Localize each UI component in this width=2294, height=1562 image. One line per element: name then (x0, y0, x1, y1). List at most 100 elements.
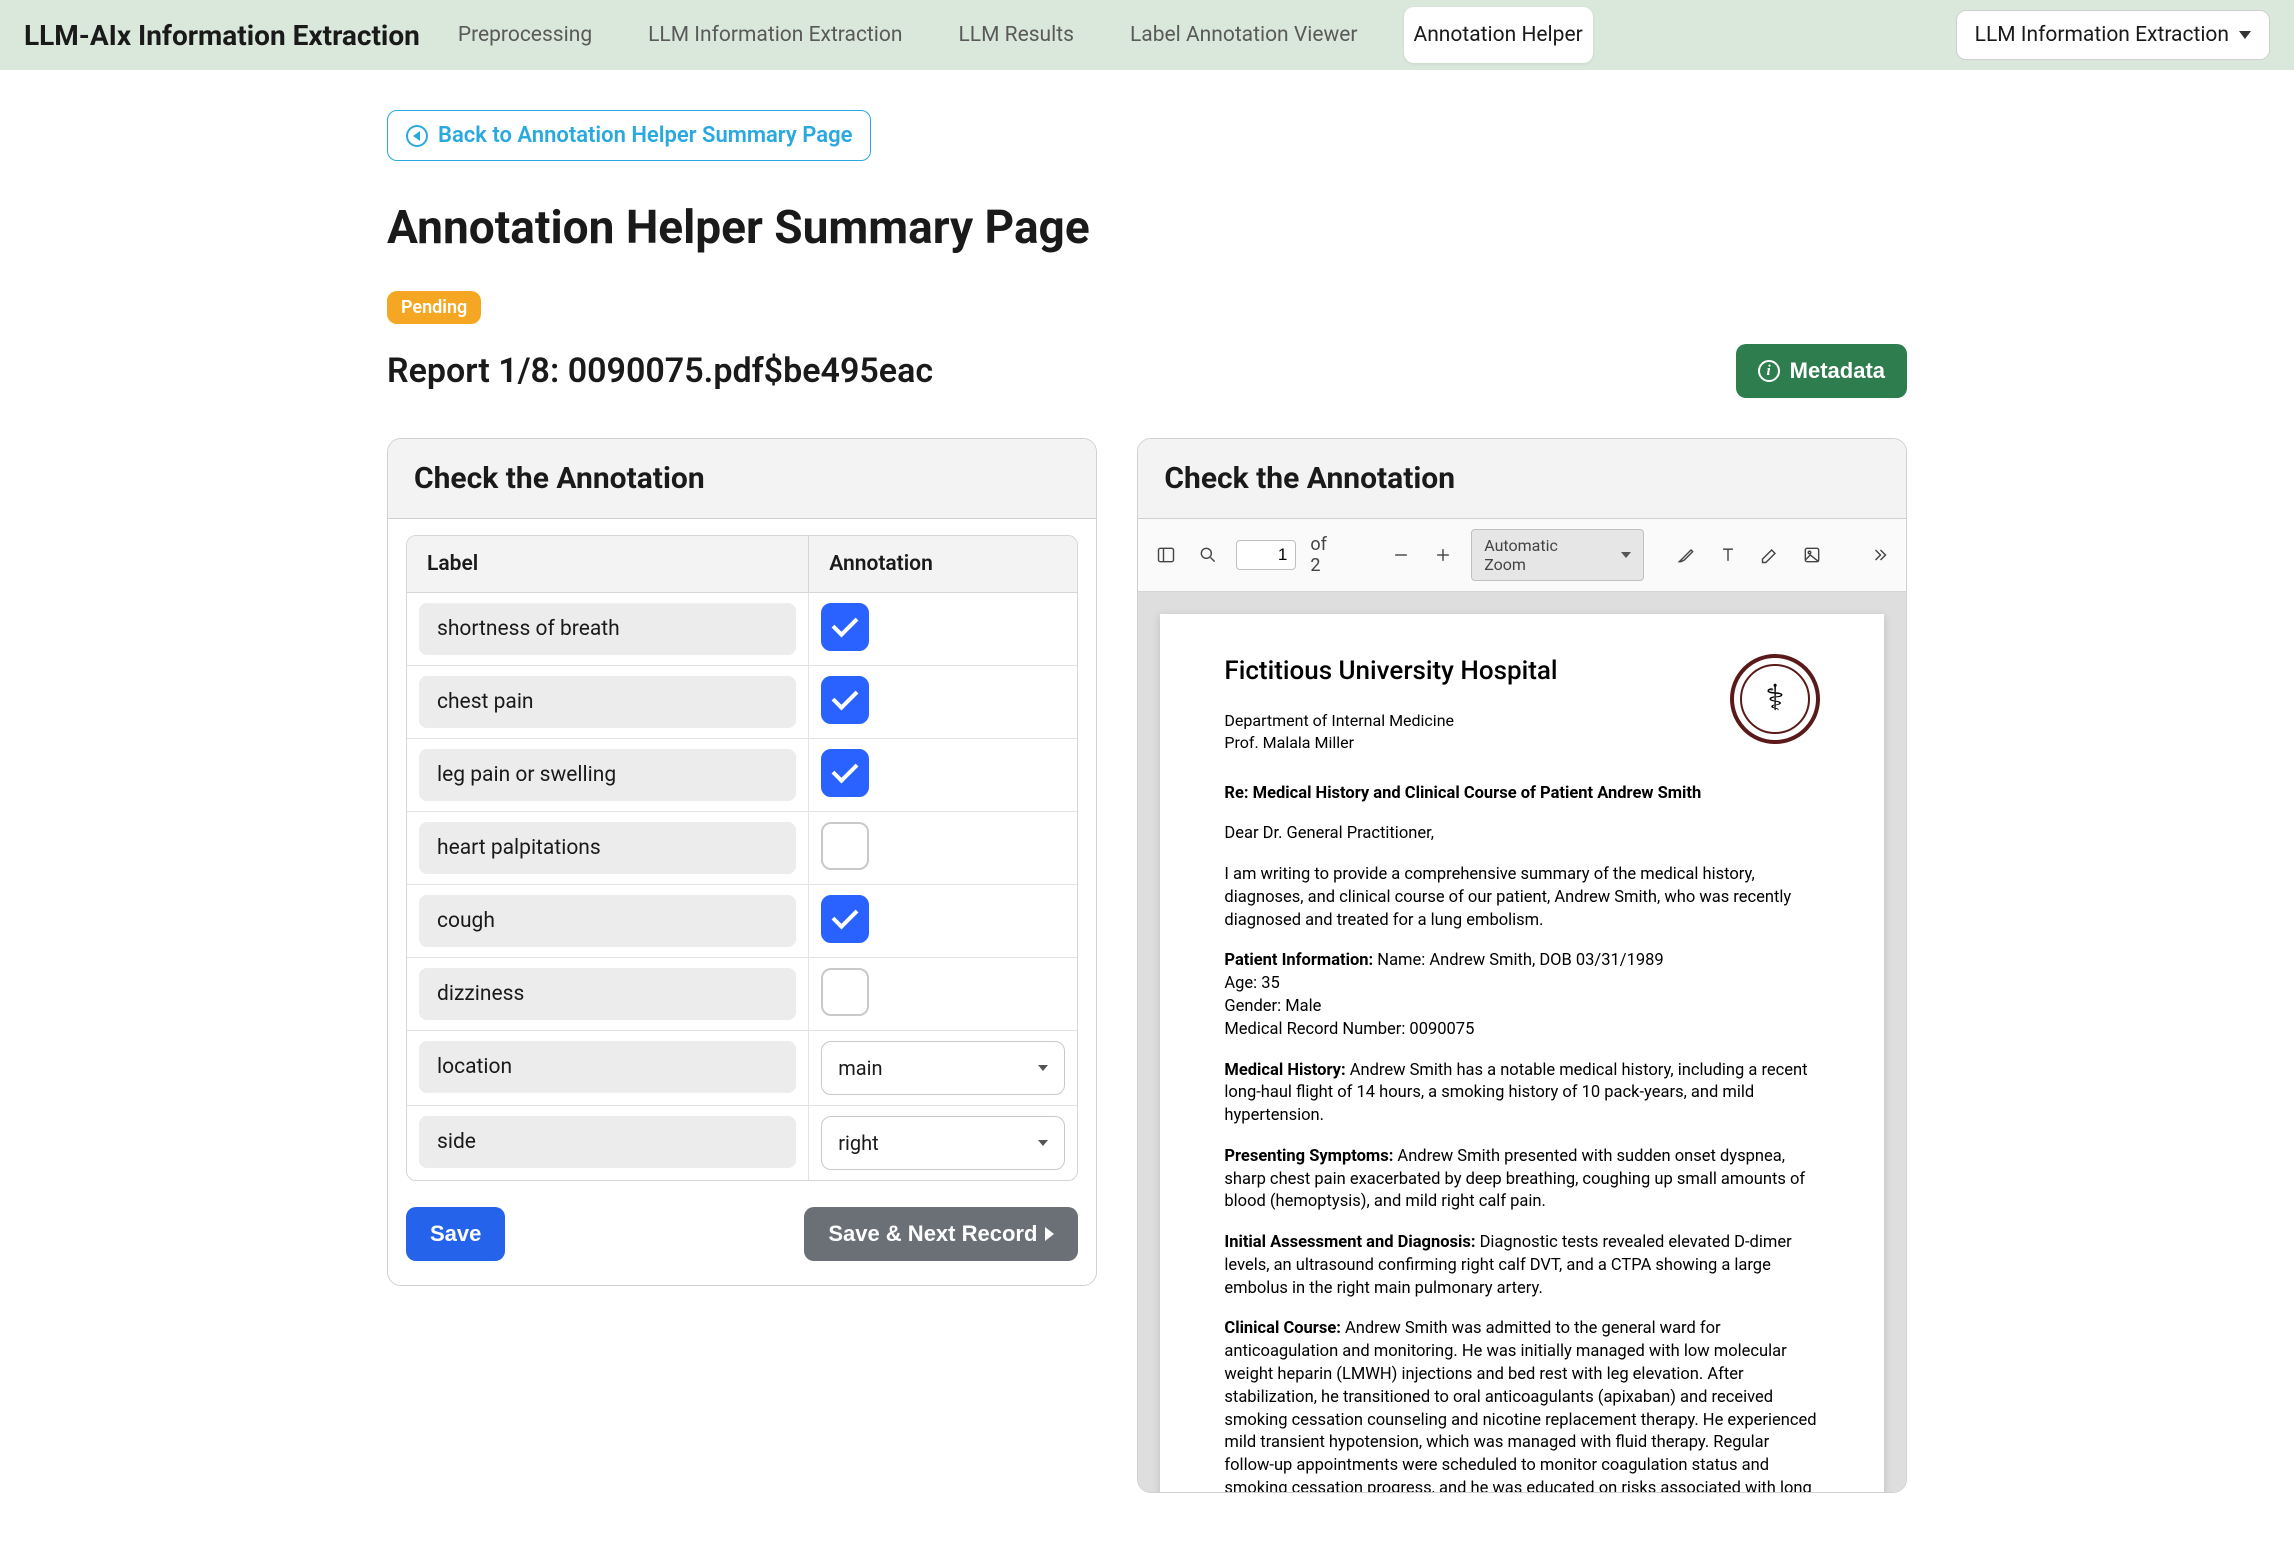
app-title: LLM-AIx Information Extraction (24, 19, 420, 52)
column-header-label: Label (407, 536, 809, 592)
table-row: location main (407, 1031, 1077, 1106)
chevron-down-icon (1038, 1065, 1048, 1071)
chevron-right-icon (1045, 1227, 1054, 1241)
pdf-letterhead: Fictitious University Hospital Departmen… (1224, 654, 1820, 755)
re-line: Re: Medical History and Clinical Course … (1224, 784, 1701, 803)
chevron-down-icon (2239, 31, 2251, 39)
table-row: cough (407, 885, 1077, 958)
table-row: dizziness (407, 958, 1077, 1031)
report-title: Report 1/8: 0090075.pdf$be495eac (387, 351, 933, 391)
draw-icon[interactable] (1756, 541, 1784, 569)
highlight-icon[interactable] (1672, 541, 1700, 569)
annotation-checkbox[interactable] (821, 603, 869, 651)
label-chip: shortness of breath (419, 603, 796, 655)
search-icon[interactable] (1194, 541, 1222, 569)
zoom-out-icon[interactable] (1387, 541, 1415, 569)
annotation-checkbox[interactable] (821, 968, 869, 1016)
professor-name: Prof. Malala Miller (1224, 732, 1557, 754)
check-icon (832, 684, 859, 711)
metadata-button-label: Metadata (1790, 358, 1885, 384)
arrow-left-circle-icon (406, 125, 428, 147)
pdf-toolbar: of 2 Automatic Zoom (1138, 519, 1906, 592)
chevron-down-icon (1038, 1140, 1048, 1146)
annotation-checkbox[interactable] (821, 749, 869, 797)
mode-select[interactable]: LLM Information Extraction (1956, 10, 2270, 60)
pdf-viewport[interactable]: Fictitious University Hospital Departmen… (1138, 592, 1906, 1492)
save-button[interactable]: Save (406, 1207, 505, 1261)
annotation-panel-body: Label Annotation shortness of breath ches… (388, 519, 1096, 1285)
label-chip: leg pain or swelling (419, 749, 796, 801)
label-chip: cough (419, 895, 796, 947)
zoom-select-label: Automatic Zoom (1484, 536, 1603, 574)
nav-item-llm-information-extraction[interactable]: LLM Information Extraction (638, 7, 912, 63)
annotation-actions: Save Save & Next Record (406, 1207, 1078, 1261)
info-icon: i (1758, 360, 1780, 382)
salutation: Dear Dr. General Practitioner, (1224, 823, 1820, 846)
page-content: Back to Annotation Helper Summary Page A… (187, 70, 2107, 1553)
table-row: heart palpitations (407, 812, 1077, 885)
annotation-table: Label Annotation shortness of breath ches… (406, 535, 1078, 1181)
column-header-annotation: Annotation (809, 536, 1077, 592)
top-nav: Preprocessing LLM Information Extraction L… (448, 7, 1928, 63)
back-link-label: Back to Annotation Helper Summary Page (438, 123, 852, 148)
sidebar-toggle-icon[interactable] (1152, 541, 1180, 569)
check-icon (832, 757, 859, 784)
label-chip: chest pain (419, 676, 796, 728)
save-next-button-label: Save & Next Record (828, 1221, 1037, 1247)
metadata-button[interactable]: i Metadata (1736, 344, 1907, 398)
save-next-button[interactable]: Save & Next Record (804, 1207, 1078, 1261)
medical-history-block: Medical History: Andrew Smith has a nota… (1224, 1060, 1820, 1128)
annotation-select-value: main (838, 1056, 882, 1080)
label-chip: heart palpitations (419, 822, 796, 874)
department-name: Department of Internal Medicine (1224, 710, 1557, 732)
label-chip: side (419, 1116, 796, 1168)
zoom-in-icon[interactable] (1429, 541, 1457, 569)
table-row: leg pain or swelling (407, 739, 1077, 812)
more-tools-icon[interactable] (1864, 541, 1892, 569)
document-panel-title: Check the Annotation (1138, 439, 1906, 519)
initial-assessment-block: Initial Assessment and Diagnosis: Diagno… (1224, 1232, 1820, 1300)
table-row: shortness of breath (407, 593, 1077, 666)
annotation-panel: Check the Annotation Label Annotation sh… (387, 438, 1097, 1286)
text-icon[interactable] (1714, 541, 1742, 569)
hospital-seal-icon: ⚕ (1730, 654, 1820, 744)
annotation-select[interactable]: right (821, 1116, 1065, 1170)
status-badge: Pending (387, 291, 481, 324)
label-chip: dizziness (419, 968, 796, 1020)
chevron-down-icon (1621, 552, 1631, 558)
check-icon (832, 903, 859, 930)
annotation-select[interactable]: main (821, 1041, 1065, 1095)
hospital-name: Fictitious University Hospital (1224, 654, 1557, 690)
intro-paragraph: I am writing to provide a comprehensive … (1224, 864, 1820, 932)
nav-item-llm-results[interactable]: LLM Results (948, 7, 1083, 63)
image-icon[interactable] (1798, 541, 1826, 569)
annotation-checkbox[interactable] (821, 895, 869, 943)
table-row: chest pain (407, 666, 1077, 739)
mode-select-label: LLM Information Extraction (1975, 23, 2229, 47)
pdf-page: Fictitious University Hospital Departmen… (1160, 614, 1884, 1492)
panels: Check the Annotation Label Annotation sh… (387, 438, 1907, 1493)
document-panel: Check the Annotation of 2 Autom (1137, 438, 1907, 1493)
presenting-symptoms-block: Presenting Symptoms: Andrew Smith presen… (1224, 1146, 1820, 1214)
annotation-select-value: right (838, 1131, 878, 1155)
table-row: side right (407, 1106, 1077, 1180)
clinical-course-block: Clinical Course: Andrew Smith was admitt… (1224, 1318, 1820, 1492)
page-title: Annotation Helper Summary Page (387, 201, 1907, 255)
annotation-panel-title: Check the Annotation (388, 439, 1096, 519)
annotation-table-header: Label Annotation (407, 536, 1077, 593)
report-row: Report 1/8: 0090075.pdf$be495eac i Metad… (387, 344, 1907, 398)
patient-info-block: Patient Information: Name: Andrew Smith,… (1224, 950, 1820, 1041)
status-row: Pending (387, 291, 1907, 324)
top-bar: LLM-AIx Information Extraction Preproces… (0, 0, 2294, 70)
back-link[interactable]: Back to Annotation Helper Summary Page (387, 110, 871, 161)
page-number-input[interactable] (1236, 540, 1296, 570)
label-chip: location (419, 1041, 796, 1093)
nav-item-annotation-helper[interactable]: Annotation Helper (1404, 7, 1593, 63)
annotation-checkbox[interactable] (821, 822, 869, 870)
annotation-checkbox[interactable] (821, 676, 869, 724)
page-of-label: of 2 (1310, 534, 1341, 576)
check-icon (832, 611, 859, 638)
zoom-select[interactable]: Automatic Zoom (1471, 529, 1644, 581)
nav-item-preprocessing[interactable]: Preprocessing (448, 7, 602, 63)
nav-item-label-annotation-viewer[interactable]: Label Annotation Viewer (1120, 7, 1368, 63)
